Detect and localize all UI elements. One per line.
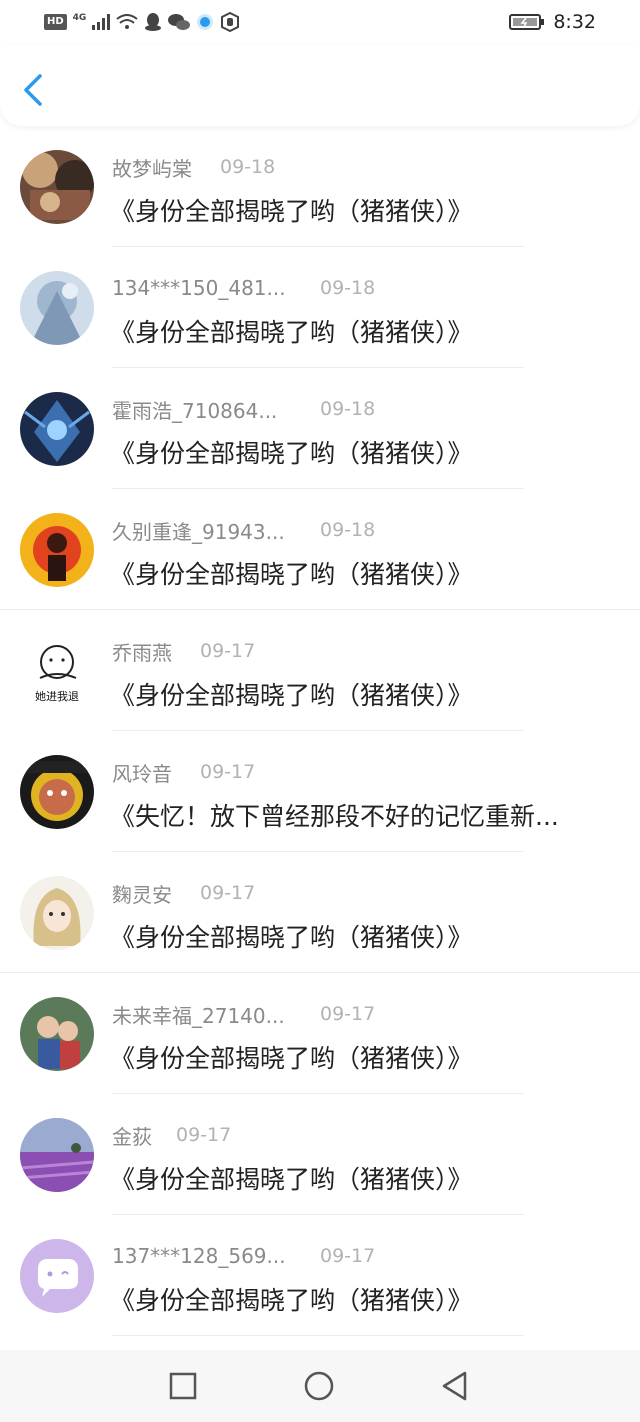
user-name[interactable]: 霍雨浩_710864... (112, 395, 320, 424)
item-title[interactable]: 《身份全部揭晓了哟（猪猪侠）》 (110, 313, 610, 349)
circle-icon (304, 1371, 334, 1401)
nav-back-button[interactable] (439, 1370, 471, 1402)
post-date: 09-18 (320, 398, 376, 420)
avatar-caption: 她进我退 (35, 689, 79, 703)
user-name[interactable]: 金荻 (112, 1121, 176, 1150)
wifi-icon (116, 14, 138, 29)
status-time: 8:32 (553, 11, 596, 33)
list-item[interactable]: 麴灵安 09-17 《身份全部揭晓了哟（猪猪侠）》 (0, 852, 640, 973)
item-meta: 134***150_481... 09-18 (112, 275, 375, 301)
avatar[interactable] (20, 755, 94, 829)
avatar[interactable] (20, 876, 94, 950)
user-name[interactable]: 134***150_481... (112, 276, 320, 300)
user-name[interactable]: 麴灵安 (112, 879, 200, 908)
item-title[interactable]: 《身份全部揭晓了哟（猪猪侠）》 (110, 918, 610, 954)
item-title[interactable]: 《身份全部揭晓了哟（猪猪侠）》 (110, 1160, 610, 1196)
item-title[interactable]: 《失忆！放下曾经那段不好的记忆重新... (110, 797, 610, 833)
triangle-back-icon (442, 1371, 467, 1401)
app-notify-icon (197, 14, 214, 30)
post-date: 09-18 (220, 156, 276, 178)
avatar[interactable] (20, 150, 94, 224)
divider (112, 1335, 524, 1336)
user-name[interactable]: 故梦屿棠 (112, 153, 220, 182)
system-nav-bar (0, 1350, 640, 1422)
item-meta: 霍雨浩_710864... 09-18 (112, 395, 376, 424)
screen: HD 4G 8:32 故梦屿棠 09-18 《身份全部揭晓了哟（猪猪侠）》 13… (0, 0, 640, 1422)
post-date: 09-17 (200, 882, 256, 904)
network-label: 4G (72, 13, 87, 23)
avatar[interactable] (20, 1239, 94, 1313)
item-meta: 故梦屿棠 09-18 (112, 153, 276, 182)
item-meta: 风玲音 09-17 (112, 758, 256, 787)
list-item[interactable]: 久别重逢_91943... 09-18 《身份全部揭晓了哟（猪猪侠）》 (0, 489, 640, 610)
avatar[interactable] (20, 392, 94, 466)
post-date: 09-17 (320, 1003, 376, 1025)
post-date: 09-18 (320, 519, 376, 541)
post-date: 09-17 (176, 1124, 232, 1146)
post-date: 09-17 (200, 640, 256, 662)
avatar[interactable] (20, 1118, 94, 1192)
status-right: 8:32 (509, 10, 596, 34)
item-meta: 乔雨燕 09-17 (112, 637, 256, 666)
user-name[interactable]: 风玲音 (112, 758, 200, 787)
header-bar (0, 44, 640, 126)
item-meta: 未来幸福_27140... 09-17 (112, 1000, 376, 1029)
user-name[interactable]: 137***128_569... (112, 1244, 320, 1268)
item-title[interactable]: 《身份全部揭晓了哟（猪猪侠）》 (110, 676, 610, 712)
list-item[interactable]: 金荻 09-17 《身份全部揭晓了哟（猪猪侠）》 (0, 1094, 640, 1215)
qq-icon (145, 13, 162, 31)
list-item[interactable]: 霍雨浩_710864... 09-18 《身份全部揭晓了哟（猪猪侠）》 (0, 368, 640, 489)
avatar[interactable] (20, 997, 94, 1071)
item-title[interactable]: 《身份全部揭晓了哟（猪猪侠）》 (110, 1039, 610, 1075)
item-meta: 金荻 09-17 (112, 1121, 232, 1150)
list-item[interactable]: 她进我退 乔雨燕 09-17 《身份全部揭晓了哟（猪猪侠）》 (0, 610, 640, 731)
recents-button[interactable] (167, 1370, 199, 1402)
wechat-icon (168, 14, 191, 30)
post-date: 09-17 (200, 761, 256, 783)
item-title[interactable]: 《身份全部揭晓了哟（猪猪侠）》 (110, 555, 610, 591)
user-name[interactable]: 乔雨燕 (112, 637, 200, 666)
avatar[interactable] (20, 513, 94, 587)
list-item[interactable]: 134***150_481... 09-18 《身份全部揭晓了哟（猪猪侠）》 (0, 247, 640, 368)
status-bar: HD 4G 8:32 (0, 0, 640, 44)
battery-icon (509, 14, 545, 30)
post-date: 09-17 (320, 1245, 376, 1267)
user-name[interactable]: 久别重逢_91943... (112, 516, 320, 545)
signal-icon (92, 14, 111, 30)
avatar[interactable] (20, 271, 94, 345)
item-title[interactable]: 《身份全部揭晓了哟（猪猪侠）》 (110, 1281, 610, 1317)
list-item[interactable]: 风玲音 09-17 《失忆！放下曾经那段不好的记忆重新... (0, 731, 640, 852)
list-item[interactable]: 故梦屿棠 09-18 《身份全部揭晓了哟（猪猪侠）》 (0, 126, 640, 247)
chevron-left-icon (24, 74, 42, 106)
hd-badge: HD (44, 14, 67, 30)
back-button[interactable] (18, 72, 48, 108)
item-meta: 久别重逢_91943... 09-18 (112, 516, 376, 545)
avatar[interactable]: 她进我退 (20, 634, 94, 708)
item-title[interactable]: 《身份全部揭晓了哟（猪猪侠）》 (110, 192, 610, 228)
hand-icon (221, 12, 240, 32)
user-name[interactable]: 未来幸福_27140... (112, 1000, 320, 1029)
list-item[interactable]: 未来幸福_27140... 09-17 《身份全部揭晓了哟（猪猪侠）》 (0, 973, 640, 1094)
post-date: 09-18 (320, 277, 376, 299)
list-item[interactable]: 137***128_569... 09-17 《身份全部揭晓了哟（猪猪侠）》 (0, 1215, 640, 1336)
item-meta: 137***128_569... 09-17 (112, 1243, 375, 1269)
home-button[interactable] (303, 1370, 335, 1402)
item-title[interactable]: 《身份全部揭晓了哟（猪猪侠）》 (110, 434, 610, 470)
status-left: HD 4G (44, 10, 240, 34)
square-icon (169, 1372, 197, 1400)
reply-list: 故梦屿棠 09-18 《身份全部揭晓了哟（猪猪侠）》 134***150_481… (0, 126, 640, 1336)
item-meta: 麴灵安 09-17 (112, 879, 256, 908)
